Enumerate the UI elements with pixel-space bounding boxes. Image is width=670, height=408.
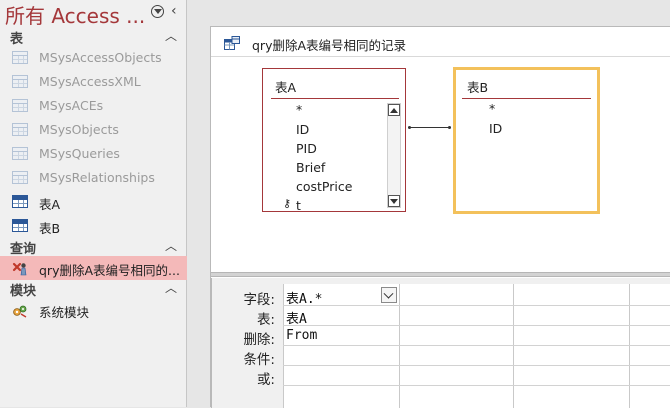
system-table-icon bbox=[12, 75, 28, 88]
query-design-icon bbox=[224, 35, 240, 50]
row-label-or: 或: bbox=[256, 372, 275, 388]
nav-item-msysaccessxml[interactable]: MSysAccessXML bbox=[0, 70, 187, 94]
scroll-down-arrow-icon[interactable] bbox=[388, 195, 400, 207]
nav-item-system-module[interactable]: 系统模块 bbox=[0, 298, 187, 322]
grid-column-2[interactable] bbox=[399, 284, 513, 408]
nav-item-label: MSysQueries bbox=[39, 146, 120, 161]
grid-left-edge bbox=[211, 278, 212, 408]
grid-row-line bbox=[283, 365, 670, 366]
grid-column-3[interactable] bbox=[513, 284, 629, 408]
group-header-modules[interactable]: 模块 ︿ bbox=[0, 279, 187, 299]
field-brief[interactable]: Brief bbox=[296, 160, 325, 175]
grid-row-line bbox=[283, 325, 670, 326]
design-grid[interactable]: 字段: 表: 删除: 条件: 或: 表A.* 表A From bbox=[211, 278, 670, 408]
grid-row-line bbox=[283, 385, 670, 386]
grid-cell-table[interactable]: 表A bbox=[286, 308, 307, 327]
field-costprice[interactable]: costPrice bbox=[296, 179, 352, 194]
grid-row-line bbox=[283, 345, 670, 346]
nav-item-label: 表A bbox=[39, 197, 61, 212]
field-dropdown-icon[interactable] bbox=[381, 287, 397, 303]
system-table-icon bbox=[12, 123, 28, 136]
document-tab[interactable]: qry删除A表编号相同的记录 bbox=[211, 27, 670, 57]
nav-item-label: MSysACEs bbox=[39, 98, 104, 113]
primary-key-icon: ⚷ bbox=[283, 197, 292, 210]
module-icon bbox=[12, 303, 28, 318]
field-asterisk[interactable]: * bbox=[489, 101, 495, 116]
field-list-table-b[interactable]: 表B * ID bbox=[453, 67, 600, 214]
nav-item-label: qry删除A表编号相同的... bbox=[39, 263, 180, 278]
row-label-delete: 删除: bbox=[243, 332, 275, 348]
field-asterisk[interactable]: * bbox=[296, 102, 302, 117]
pane-splitter[interactable] bbox=[211, 272, 670, 277]
row-label-field: 字段: bbox=[243, 292, 275, 308]
system-table-icon bbox=[12, 51, 28, 64]
field-list-title[interactable]: 表A bbox=[275, 77, 296, 96]
chevron-up-icon[interactable]: ︿ bbox=[165, 27, 177, 44]
document-tab-label: qry删除A表编号相同的记录 bbox=[252, 38, 407, 53]
nav-item-msysobjects[interactable]: MSysObjects bbox=[0, 118, 187, 142]
field-pid[interactable]: PID bbox=[296, 141, 317, 156]
nav-item-msysrelationships[interactable]: MSysRelationships bbox=[0, 166, 187, 190]
title-divider bbox=[462, 98, 591, 99]
nav-pane-header[interactable]: 所有 Access ... ‹ bbox=[0, 0, 187, 29]
field-list-title[interactable]: 表B bbox=[467, 77, 488, 96]
nav-item-msysqueries[interactable]: MSysQueries bbox=[0, 142, 187, 166]
system-table-icon bbox=[12, 171, 28, 184]
delete-query-icon bbox=[12, 261, 28, 276]
field-id[interactable]: ID bbox=[296, 122, 309, 137]
nav-item-label: MSysObjects bbox=[39, 122, 119, 137]
query-design-window: qry删除A表编号相同的记录 表A * ID PID Brief costPri… bbox=[210, 26, 670, 408]
collapse-nav-icon[interactable]: ‹ bbox=[171, 3, 177, 19]
grid-column-4[interactable] bbox=[629, 284, 670, 408]
group-label: 表 bbox=[10, 32, 24, 47]
grid-cell-field[interactable]: 表A.* bbox=[286, 288, 322, 307]
group-header-queries[interactable]: 查询 ︿ bbox=[0, 237, 187, 257]
nav-item-label: 表B bbox=[39, 221, 61, 236]
field-list-table-a[interactable]: 表A * ID PID Brief costPrice ⚷ t bbox=[262, 68, 406, 213]
table-icon bbox=[12, 195, 28, 208]
row-label-criteria: 条件: bbox=[243, 352, 275, 368]
join-line[interactable] bbox=[408, 126, 451, 129]
nav-menu-dropdown-icon[interactable] bbox=[151, 5, 164, 18]
nav-pane-title[interactable]: 所有 Access ... bbox=[5, 0, 148, 29]
chevron-up-icon[interactable]: ︿ bbox=[165, 279, 177, 296]
nav-item-table-b[interactable]: 表B bbox=[0, 214, 187, 238]
field-id[interactable]: ID bbox=[489, 121, 502, 136]
navigation-pane: 所有 Access ... ‹ 表 ︿ MSysAccessObjects MS… bbox=[0, 0, 187, 407]
group-header-tables[interactable]: 表 ︿ bbox=[0, 27, 187, 47]
nav-item-msysaces[interactable]: MSysACEs bbox=[0, 94, 187, 118]
group-label: 模块 bbox=[10, 284, 37, 299]
table-icon bbox=[12, 219, 28, 232]
nav-item-delete-query[interactable]: qry删除A表编号相同的... bbox=[0, 256, 187, 280]
nav-item-label: MSysRelationships bbox=[39, 170, 155, 185]
grid-cell-delete[interactable]: From bbox=[286, 328, 317, 343]
field-list-scrollbar[interactable] bbox=[387, 103, 401, 208]
nav-item-label: 系统模块 bbox=[39, 305, 90, 320]
nav-item-label: MSysAccessXML bbox=[39, 74, 141, 89]
nav-item-msysaccessobjects[interactable]: MSysAccessObjects bbox=[0, 46, 187, 70]
table-diagram-pane[interactable]: 表A * ID PID Brief costPrice ⚷ t 表B * ID bbox=[211, 58, 670, 301]
field-t[interactable]: t bbox=[296, 198, 301, 213]
scroll-up-arrow-icon[interactable] bbox=[388, 104, 400, 116]
system-table-icon bbox=[12, 147, 28, 160]
group-label: 查询 bbox=[10, 242, 37, 257]
nav-item-table-a[interactable]: 表A bbox=[0, 190, 187, 214]
grid-row-line bbox=[283, 305, 670, 306]
title-divider bbox=[271, 98, 399, 99]
system-table-icon bbox=[12, 99, 28, 112]
row-label-table: 表: bbox=[256, 312, 275, 328]
chevron-up-icon[interactable]: ︿ bbox=[165, 237, 177, 254]
nav-item-label: MSysAccessObjects bbox=[39, 50, 162, 65]
